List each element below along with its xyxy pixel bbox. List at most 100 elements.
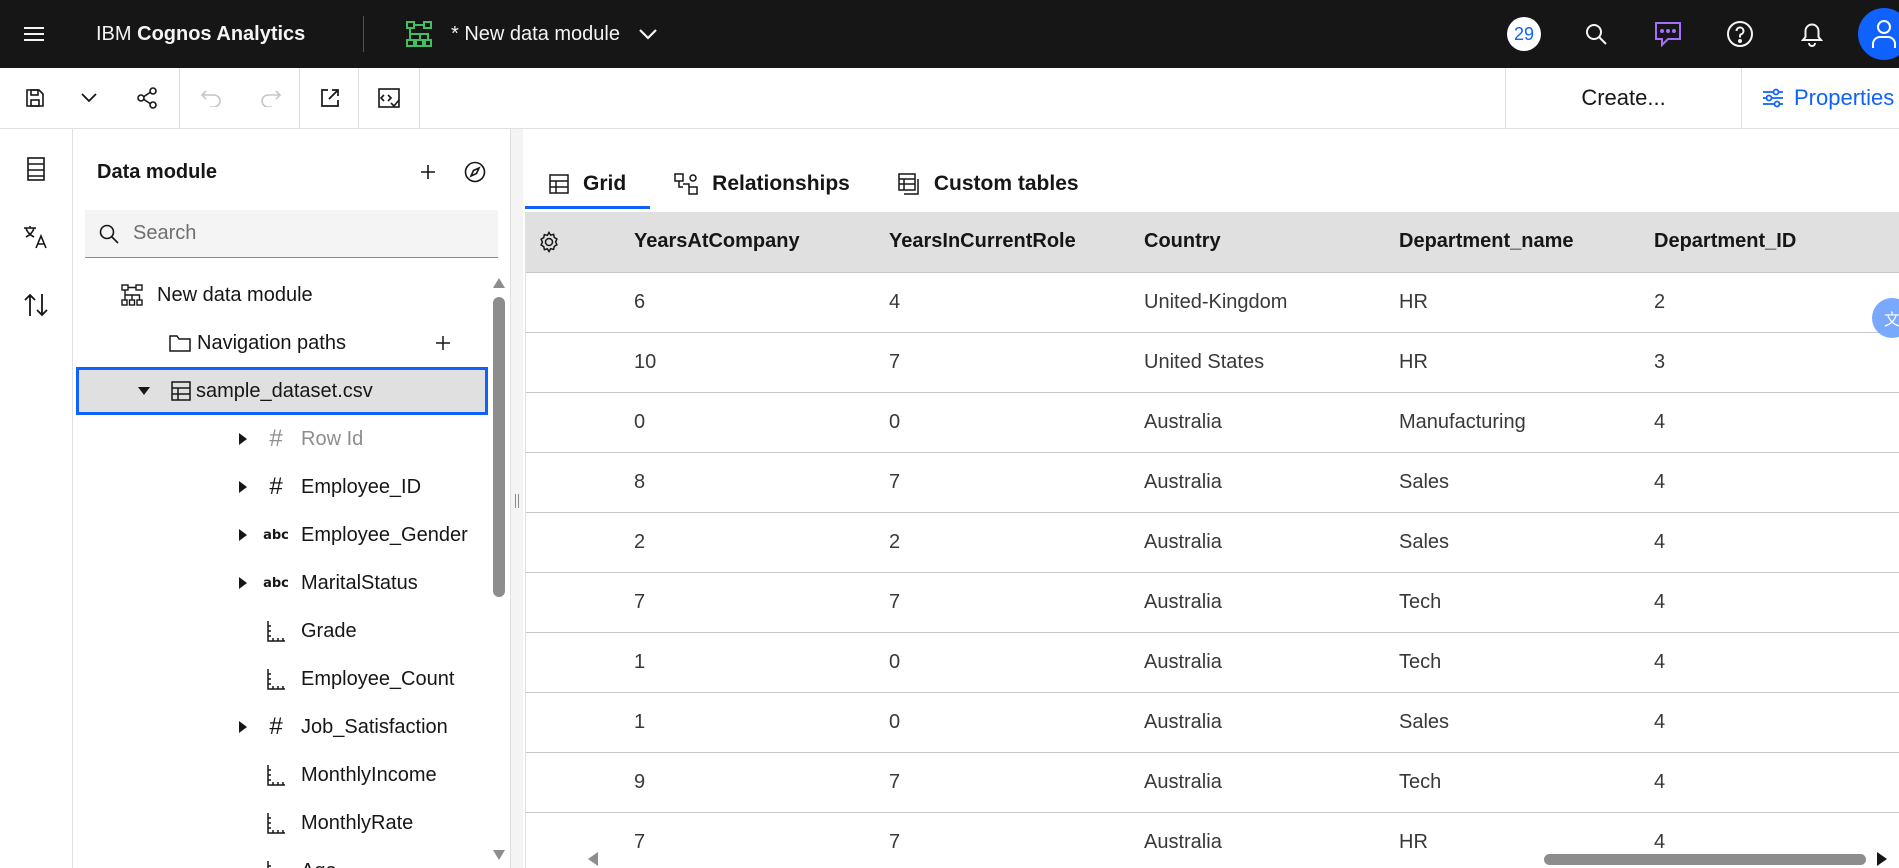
tree-item-row-id[interactable]: # Row Id	[73, 415, 491, 463]
sort-icon[interactable]	[0, 271, 72, 339]
search-icon[interactable]	[1560, 0, 1632, 68]
left-rail	[0, 129, 73, 868]
tree-item-monthly-income[interactable]: MonthlyIncome	[73, 751, 491, 799]
table-row[interactable]: 9 7 Australia Tech 4	[526, 752, 1899, 813]
tree-item-data-module[interactable]: New data module	[73, 271, 491, 319]
row-gutter	[526, 332, 610, 393]
data-source-icon[interactable]	[0, 135, 72, 203]
table-row[interactable]: 6 4 United-Kingdom HR 2	[526, 272, 1899, 333]
table-cell: Australia	[1120, 692, 1375, 753]
table-row[interactable]: 2 2 Australia Sales 4	[526, 512, 1899, 573]
table-cell: United-Kingdom	[1120, 272, 1375, 333]
tree-item-label: sample_dataset.csv	[196, 379, 373, 402]
data-module-panel: Data module New data module Navigation p…	[73, 129, 510, 868]
tree-item-navigation-paths[interactable]: Navigation paths	[73, 319, 491, 367]
panel-title: Data module	[97, 160, 218, 183]
tree-item-sample-dataset[interactable]: sample_dataset.csv	[76, 367, 488, 415]
module-switcher[interactable]: * New data module	[405, 0, 658, 68]
tree-item-employee-id[interactable]: # Employee_ID	[73, 463, 491, 511]
chat-icon[interactable]	[1632, 0, 1704, 68]
tree-item-label: New data module	[157, 283, 313, 306]
table-cell: 2	[865, 512, 1120, 573]
grid-icon	[549, 174, 569, 194]
grid-scrollbar-thumb[interactable]	[1544, 854, 1866, 865]
table-cell: 0	[865, 692, 1120, 753]
column-header[interactable]: Department_ID	[1630, 212, 1899, 273]
save-icon[interactable]	[10, 68, 60, 128]
tree-item-monthly-rate[interactable]: MonthlyRate	[73, 799, 491, 847]
table-cell: 2	[610, 512, 865, 573]
caret-right-icon[interactable]	[233, 429, 253, 449]
notification-counter[interactable]: 29	[1488, 0, 1560, 68]
menu-icon[interactable]	[0, 0, 68, 68]
create-button[interactable]: Create...	[1505, 68, 1741, 128]
bell-icon[interactable]	[1776, 0, 1848, 68]
row-gutter	[526, 272, 610, 333]
panel-scrollbar-thumb[interactable]	[493, 297, 505, 597]
tree-item-age[interactable]: Age	[73, 847, 491, 868]
scroll-right-icon[interactable]	[1875, 852, 1887, 866]
share-icon[interactable]	[122, 68, 172, 128]
abc-icon: abc	[263, 527, 289, 543]
compass-icon[interactable]	[463, 160, 487, 184]
header-divider	[363, 16, 364, 52]
tree-item-employee-count[interactable]: Employee_Count	[73, 655, 491, 703]
table-row[interactable]: 8 7 Australia Sales 4	[526, 452, 1899, 513]
table-cell: 6	[610, 272, 865, 333]
tree-item-label: Job_Satisfaction	[301, 715, 448, 738]
add-icon[interactable]	[416, 160, 440, 184]
table-cell: 0	[865, 632, 1120, 693]
tree-item-label: MonthlyRate	[301, 811, 414, 834]
tab-grid[interactable]: Grid	[525, 159, 651, 209]
grid-settings-cell[interactable]	[526, 212, 610, 273]
table-row[interactable]: 1 0 Australia Sales 4	[526, 692, 1899, 753]
caret-down-icon[interactable]	[134, 381, 154, 401]
tab-relationships[interactable]: Relationships	[650, 159, 874, 209]
tree-item-employee-gender[interactable]: abc Employee_Gender	[73, 511, 491, 559]
grid-header-row: YearsAtCompany YearsInCurrentRole Countr…	[526, 212, 1899, 273]
table-cell: Australia	[1120, 752, 1375, 813]
launch-icon[interactable]	[305, 68, 355, 128]
column-header[interactable]: YearsAtCompany	[610, 212, 865, 273]
tree-item-marital-status[interactable]: abc MaritalStatus	[73, 559, 491, 607]
help-icon[interactable]	[1704, 0, 1776, 68]
scroll-left-icon[interactable]	[588, 852, 600, 866]
chevron-down-icon[interactable]	[64, 68, 114, 128]
caret-right-icon[interactable]	[233, 573, 253, 593]
table-cell: 0	[610, 392, 865, 453]
resize-grip-icon	[514, 494, 520, 514]
tree-item-label: Employee_Gender	[301, 523, 468, 546]
tree-item-grade[interactable]: Grade	[73, 607, 491, 655]
properties-button[interactable]: Properties	[1741, 68, 1894, 128]
table-cell: United States	[1120, 332, 1375, 393]
column-header[interactable]: Department_name	[1375, 212, 1630, 273]
column-header[interactable]: YearsInCurrentRole	[865, 212, 1120, 273]
table-cell: 7	[610, 572, 865, 633]
translate-icon[interactable]	[0, 203, 72, 271]
tree-item-job-satisfaction[interactable]: # Job_Satisfaction	[73, 703, 491, 751]
search-input[interactable]	[133, 222, 473, 245]
table-row[interactable]: 7 7 Australia Tech 4	[526, 572, 1899, 633]
caret-right-icon[interactable]	[233, 525, 253, 545]
redo-icon[interactable]	[246, 68, 296, 128]
table-cell: Sales	[1375, 452, 1630, 513]
table-row[interactable]: 1 0 Australia Tech 4	[526, 632, 1899, 693]
table-cell: 4	[1630, 752, 1899, 813]
caret-right-icon[interactable]	[233, 477, 253, 497]
avatar[interactable]	[1858, 8, 1899, 60]
grid-table: YearsAtCompany YearsInCurrentRole Countr…	[526, 212, 1899, 868]
caret-right-icon[interactable]	[233, 717, 253, 737]
table-cell: 1	[610, 632, 865, 693]
chevron-down-icon[interactable]	[638, 28, 658, 40]
row-gutter	[526, 692, 610, 753]
column-header[interactable]: Country	[1120, 212, 1375, 273]
search-field[interactable]	[85, 210, 498, 258]
gear-icon[interactable]	[538, 230, 610, 253]
undo-icon[interactable]	[186, 68, 236, 128]
table-row[interactable]: 0 0 Australia Manufacturing 4	[526, 392, 1899, 453]
validate-icon[interactable]	[364, 68, 414, 128]
table-cell: 4	[1630, 692, 1899, 753]
add-navigation-path-icon[interactable]	[431, 331, 455, 355]
table-row[interactable]: 10 7 United States HR 3	[526, 332, 1899, 393]
tab-custom-tables[interactable]: Custom tables	[874, 159, 1103, 209]
